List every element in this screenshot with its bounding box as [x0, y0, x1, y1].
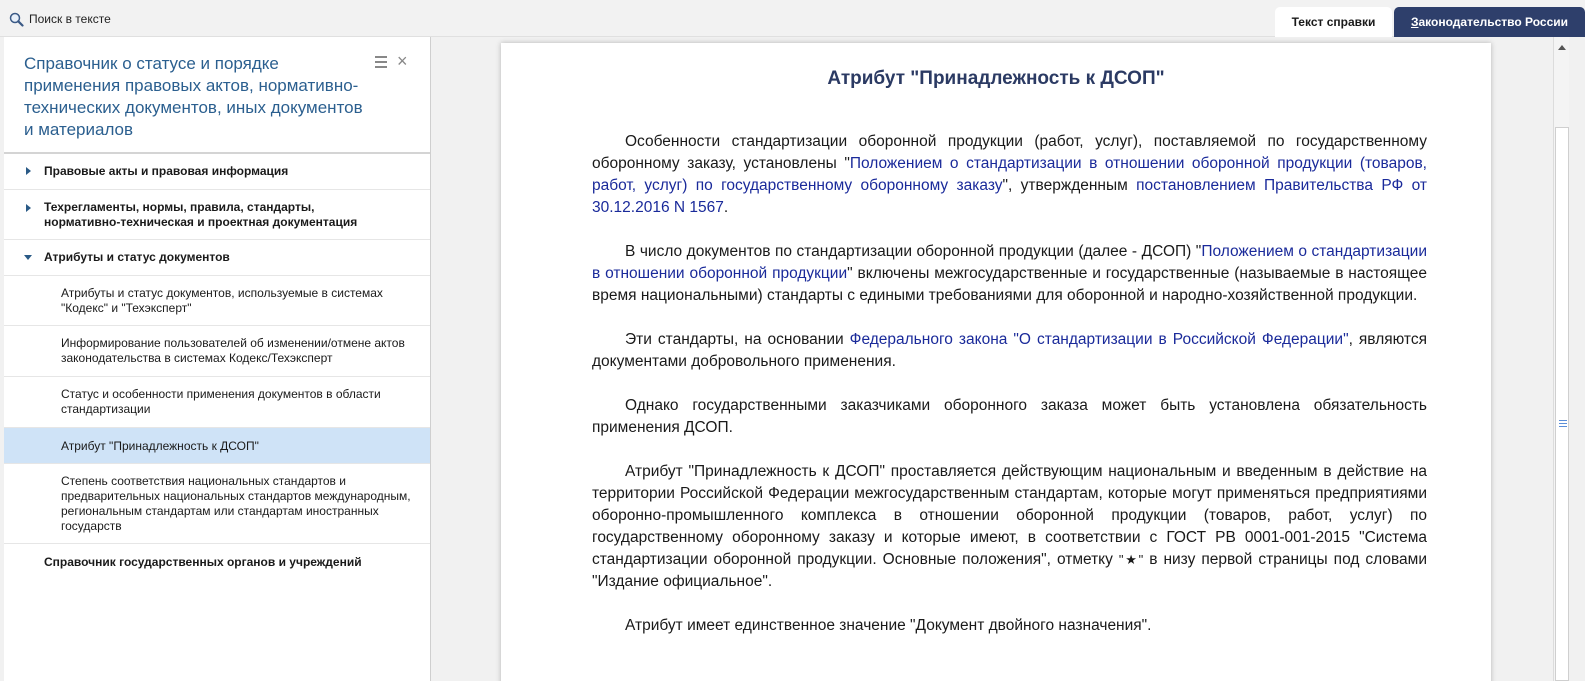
star-mark: "★" [1118, 552, 1144, 567]
tree-item-label: Информирование пользователей об изменени… [61, 336, 405, 365]
tree-item-attributes-kodeks[interactable]: Атрибуты и статус документов, используем… [4, 276, 430, 326]
paragraph-2: В число документов по стандартизации обо… [592, 241, 1427, 307]
search-in-text-button[interactable]: Поиск в тексте [9, 9, 111, 29]
magnifier-icon [9, 12, 24, 27]
tree-item-label: Статус и особенности применения документ… [61, 387, 381, 416]
document-body: Особенности стандартизации оборонной про… [592, 131, 1427, 659]
grip-icon [1559, 420, 1567, 427]
text: Атрибут имеет единственное значение "Док… [625, 617, 1152, 634]
hamburger-icon[interactable] [375, 56, 387, 68]
text: В число документов по стандартизации обо… [625, 243, 1202, 260]
tab-legislation-russia[interactable]: Законодательство России [1394, 7, 1585, 37]
search-in-text-label: Поиск в тексте [29, 12, 111, 26]
close-icon[interactable]: × [397, 51, 408, 71]
expand-arrow-icon [26, 167, 31, 175]
tree-item-dsop-attribute[interactable]: Атрибут "Принадлежность к ДСОП" [4, 428, 430, 464]
tab-legislation-label: аконодательство России [1418, 15, 1569, 29]
tree-item-label: Правовые акты и правовая информация [44, 164, 289, 178]
text: Эти стандарты, на основании [625, 331, 850, 348]
top-toolbar: Поиск в тексте Текст справки Законодател… [0, 0, 1585, 37]
tab-help-text[interactable]: Текст справки [1275, 7, 1392, 37]
document-title: Атрибут "Принадлежность к ДСОП" [827, 68, 1165, 89]
tree-item-label: Справочник государственных органов и учр… [44, 555, 362, 569]
tree-item-informing-users[interactable]: Информирование пользователей об изменени… [4, 326, 430, 377]
app-window: Поиск в тексте Текст справки Законодател… [0, 0, 1585, 681]
text: Однако государственными заказчиками обор… [592, 397, 1427, 436]
document-page: Атрибут "Принадлежность к ДСОП" Особенно… [501, 43, 1491, 681]
collapse-arrow-icon [24, 255, 32, 260]
text: . [723, 199, 729, 216]
tree-item-attributes[interactable]: Атрибуты и статус документов [4, 240, 430, 276]
sidebar: Справочник о статусе и порядке применени… [4, 37, 431, 681]
tree-item-label: Степень соответствия национальных станда… [61, 474, 411, 533]
vertical-scrollbar[interactable] [1553, 37, 1569, 681]
sidebar-header: Справочник о статусе и порядке применени… [4, 37, 430, 154]
paragraph-3: Эти стандарты, на основании Федерального… [592, 329, 1427, 373]
tab-legislation-accesskey: З [1410, 15, 1419, 29]
tree-item-label: Атрибут "Принадлежность к ДСОП" [61, 439, 259, 453]
tree-item-gov-bodies[interactable]: Справочник государственных органов и учр… [4, 544, 430, 580]
tree-item-label: Атрибуты и статус документов, используем… [61, 286, 383, 315]
tab-help-text-label: Текст справки [1291, 15, 1376, 29]
paragraph-5: Атрибут "Принадлежность к ДСОП" проставл… [592, 461, 1427, 593]
sidebar-title: Справочник о статусе и порядке применени… [24, 54, 363, 139]
tree-item-legal-acts[interactable]: Правовые акты и правовая информация [4, 154, 430, 190]
scrollbar-thumb[interactable] [1555, 127, 1569, 681]
tree-item-compliance-degree[interactable]: Степень соответствия национальных станда… [4, 464, 430, 544]
link-federal-law[interactable]: Федерального закона "О стандартизации в … [850, 331, 1349, 348]
tree-item-techregs[interactable]: Техрегламенты, нормы, правила, стандарты… [4, 190, 430, 240]
text: ", утвержденным [1002, 177, 1137, 194]
paragraph-6: Атрибут имеет единственное значение "Док… [592, 615, 1427, 637]
expand-arrow-icon [26, 204, 31, 212]
paragraph-1: Особенности стандартизации оборонной про… [592, 131, 1427, 219]
tree-item-label: Атрибуты и статус документов [44, 250, 230, 264]
document-area: Атрибут "Принадлежность к ДСОП" Особенно… [432, 37, 1553, 681]
tree-item-label: Техрегламенты, нормы, правила, стандарты… [44, 200, 358, 229]
paragraph-4: Однако государственными заказчиками обор… [592, 395, 1427, 439]
scroll-up-arrow-icon[interactable] [1558, 45, 1566, 50]
tree-item-status-standards[interactable]: Статус и особенности применения документ… [4, 377, 430, 428]
